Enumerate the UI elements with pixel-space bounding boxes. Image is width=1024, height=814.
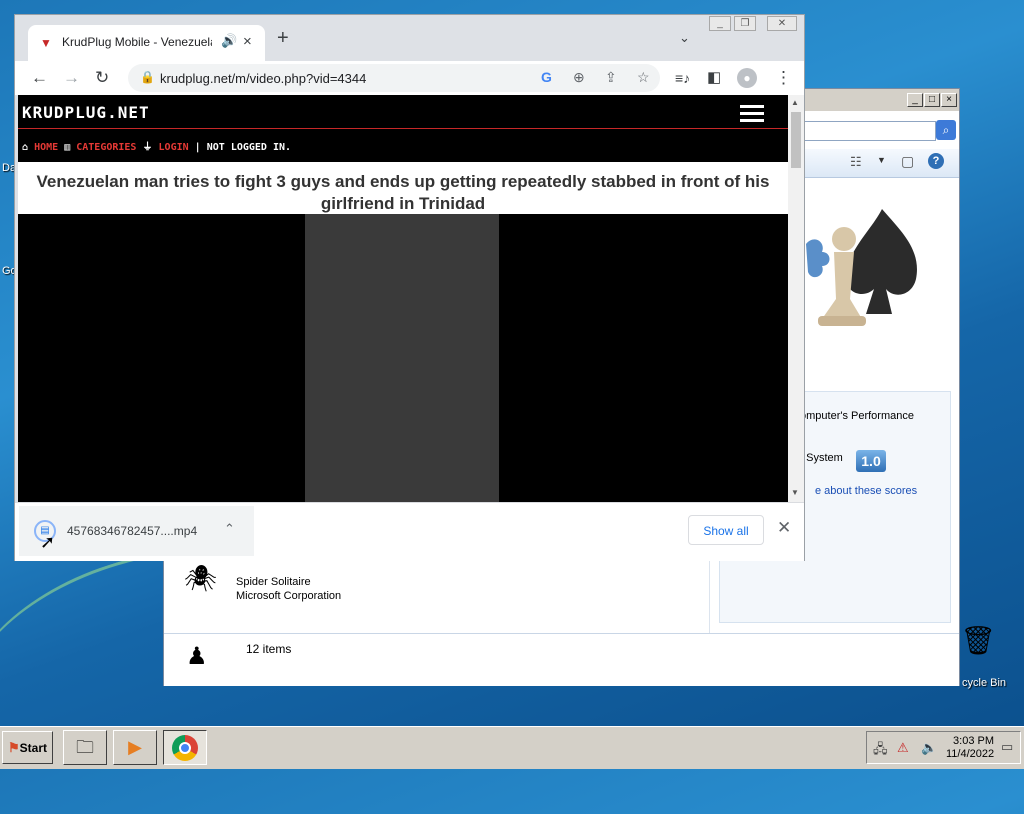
header-divider bbox=[18, 128, 788, 129]
start-label: Start bbox=[19, 741, 47, 755]
video-player[interactable] bbox=[18, 214, 788, 502]
show-all-button[interactable]: Show all bbox=[688, 515, 764, 545]
plug-icon: ⏚ bbox=[142, 142, 153, 153]
bookmark-star-icon[interactable]: ☆ bbox=[637, 69, 650, 86]
windows-flag-icon: ⚑ bbox=[8, 740, 20, 755]
scores-link[interactable]: e about these scores bbox=[815, 485, 917, 497]
nav-categories[interactable]: CATEGORIES bbox=[76, 142, 136, 153]
site-nav: ⌂ HOME ▥ CATEGORIES ⏚ LOGIN | NOT LOGGED… bbox=[22, 138, 291, 153]
zoom-icon[interactable]: ⊕ bbox=[573, 69, 585, 86]
preview-pane-icon[interactable]: ▢ bbox=[901, 153, 914, 170]
close-button[interactable]: ✕ bbox=[767, 16, 797, 31]
volume-icon[interactable]: 🔈 bbox=[921, 740, 937, 756]
video-title: Venezuelan man tries to fight 3 guys and… bbox=[36, 172, 770, 213]
recycle-bin-label[interactable]: cycle Bin bbox=[962, 677, 1006, 689]
browser-toolbar: ← → ↻ 🔒 krudplug.net/m/video.php?vid=434… bbox=[15, 61, 804, 95]
chevron-up-icon[interactable]: ⌃ bbox=[224, 521, 235, 537]
back-icon[interactable]: ← bbox=[31, 68, 48, 88]
experience-index-badge: 1.0 bbox=[856, 450, 886, 472]
login-status: NOT LOGGED IN. bbox=[206, 142, 292, 153]
nav-home[interactable]: HOME bbox=[34, 142, 58, 153]
taskbar-explorer[interactable]: 🗀 bbox=[63, 730, 107, 765]
krudplug-favicon-icon: ▼ bbox=[40, 36, 52, 50]
audio-playing-icon[interactable]: 🔊 bbox=[221, 33, 237, 49]
profile-avatar[interactable]: ● bbox=[737, 68, 757, 88]
games-artwork bbox=[804, 204, 924, 334]
game-publisher: Microsoft Corporation bbox=[236, 590, 342, 602]
site-logo[interactable]: KRUDPLUG.NET bbox=[22, 103, 150, 122]
maximize-button[interactable]: □ bbox=[924, 93, 940, 107]
hamburger-menu-icon[interactable] bbox=[740, 105, 764, 126]
scroll-up-icon[interactable]: ▲ bbox=[791, 98, 799, 107]
game-name: Spider Solitaire bbox=[236, 576, 311, 588]
share-icon[interactable]: ⇪ bbox=[605, 69, 617, 86]
nav-separator: | bbox=[194, 142, 201, 153]
url-text[interactable]: krudplug.net/m/video.php?vid=4344 bbox=[160, 71, 366, 86]
system-rating-label: t System bbox=[800, 452, 843, 464]
taskbar-media-player[interactable]: ▶ bbox=[113, 730, 157, 765]
new-tab-button[interactable]: + bbox=[277, 28, 289, 48]
minimize-button[interactable]: _ bbox=[907, 93, 923, 107]
chrome-window: _ ❐ ✕ ▼ KrudPlug Mobile - Venezuela 🔊 × … bbox=[14, 14, 805, 561]
home-icon: ⌂ bbox=[22, 142, 29, 153]
close-button[interactable]: × bbox=[941, 93, 957, 107]
action-center-icon[interactable]: ⚠ bbox=[897, 740, 909, 756]
download-shelf: ▤ 45768346782457....mp4 ⌃ Show all ✕ bbox=[15, 502, 804, 561]
status-bar: ♟ 12 items bbox=[164, 633, 959, 686]
item-count: 12 items bbox=[246, 642, 292, 656]
start-button[interactable]: ⚑Start bbox=[2, 731, 53, 764]
game-list-item[interactable]: Spider Solitaire Microsoft Corporation bbox=[236, 575, 341, 603]
address-bar[interactable]: 🔒 krudplug.net/m/video.php?vid=4344 G ⊕ … bbox=[128, 64, 660, 92]
performance-heading: omputer's Performance bbox=[800, 410, 914, 422]
help-icon[interactable]: ? bbox=[928, 153, 944, 169]
web-page: KRUDPLUG.NET ⌂ HOME ▥ CATEGORIES ⏚ LOGIN… bbox=[18, 95, 788, 502]
search-input[interactable] bbox=[804, 121, 936, 141]
views-icon[interactable]: ☷ bbox=[850, 154, 862, 170]
google-lens-icon[interactable]: G bbox=[541, 69, 552, 85]
taskbar: ⚑Start 🗀 ▶ 🖧 ⚠ 🔈 3:03 PM 11/4/2022 ▭ bbox=[0, 726, 1024, 769]
minimize-button[interactable]: _ bbox=[709, 16, 731, 31]
forward-icon[interactable]: → bbox=[63, 68, 80, 88]
clock-time: 3:03 PM bbox=[953, 735, 994, 747]
scroll-down-icon[interactable]: ▼ bbox=[791, 488, 799, 497]
scroll-thumb[interactable] bbox=[791, 112, 801, 168]
download-filename: 45768346782457....mp4 bbox=[67, 524, 198, 538]
tab-title: KrudPlug Mobile - Venezuela bbox=[62, 35, 212, 49]
clock[interactable]: 3:03 PM 11/4/2022 bbox=[946, 735, 994, 761]
recycle-bin-icon[interactable]: 🗑 bbox=[958, 624, 998, 672]
close-shelf-icon[interactable]: ✕ bbox=[777, 518, 791, 538]
spider-icon[interactable]: 🕷 bbox=[184, 563, 217, 594]
page-scrollbar[interactable]: ▲ ▼ bbox=[788, 95, 804, 502]
menu-kebab-icon[interactable]: ⋮ bbox=[775, 68, 792, 88]
side-panel-icon[interactable]: ◧ bbox=[707, 68, 721, 88]
book-icon: ▥ bbox=[64, 142, 71, 153]
lock-icon[interactable]: 🔒 bbox=[140, 70, 155, 84]
show-desktop-icon[interactable]: ▭ bbox=[1001, 739, 1013, 755]
media-player-icon: ▶ bbox=[128, 737, 142, 757]
clock-date: 11/4/2022 bbox=[946, 748, 995, 760]
nav-login[interactable]: LOGIN bbox=[159, 142, 189, 153]
mouse-cursor-icon: ➚ bbox=[40, 532, 56, 552]
network-icon[interactable]: 🖧 bbox=[873, 740, 888, 762]
folder-icon: 🗀 bbox=[76, 737, 94, 757]
browser-tab[interactable]: ▼ KrudPlug Mobile - Venezuela 🔊 × bbox=[28, 25, 265, 61]
chrome-icon bbox=[172, 735, 198, 761]
media-control-icon[interactable]: ≡♪ bbox=[675, 68, 690, 88]
taskbar-chrome[interactable] bbox=[163, 730, 207, 765]
tab-search-icon[interactable]: ⌄ bbox=[679, 30, 690, 46]
close-tab-icon[interactable]: × bbox=[243, 33, 252, 50]
video-frame[interactable] bbox=[305, 214, 499, 502]
system-tray: 🖧 ⚠ 🔈 3:03 PM 11/4/2022 ▭ bbox=[866, 731, 1021, 764]
restore-button[interactable]: ❐ bbox=[734, 16, 756, 31]
reload-icon[interactable]: ↻ bbox=[95, 68, 109, 88]
site-header: KRUDPLUG.NET ⌂ HOME ▥ CATEGORIES ⏚ LOGIN… bbox=[18, 95, 788, 162]
games-folder-icon: ♟ bbox=[186, 643, 208, 670]
chevron-down-icon[interactable]: ▼ bbox=[877, 155, 886, 165]
search-icon[interactable]: ⌕ bbox=[936, 120, 956, 140]
